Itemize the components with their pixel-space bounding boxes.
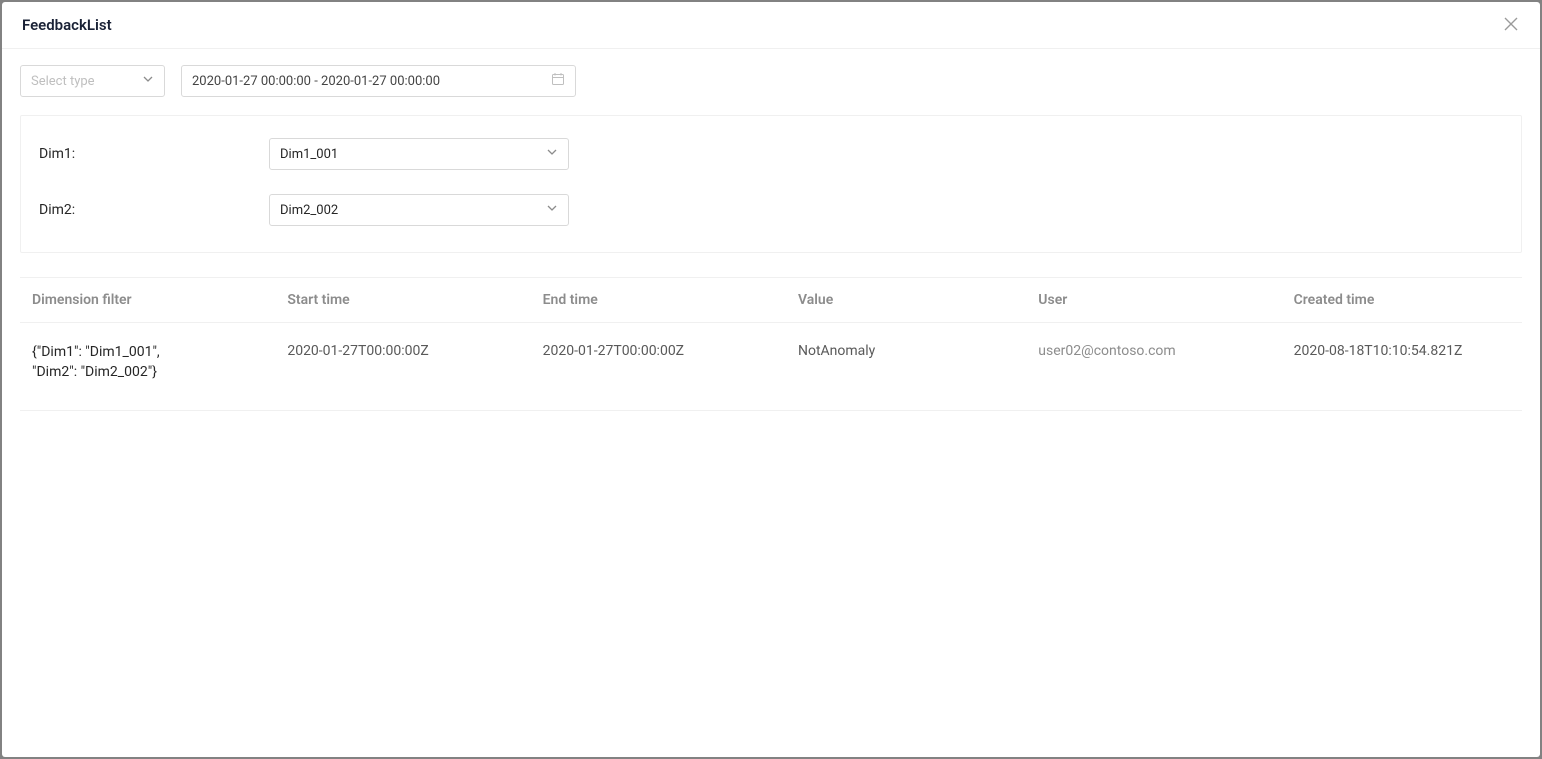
dim1-select[interactable]: Dim1_001 (269, 138, 569, 170)
dim1-label: Dim1: (39, 146, 269, 162)
table-header-row: Dimension filter Start time End time Val… (20, 278, 1522, 323)
chevron-down-icon (546, 146, 558, 162)
col-created[interactable]: Created time (1282, 278, 1522, 323)
toolbar-row: Select type 2020-01-27 00:00:00 - 2020-0… (20, 65, 1522, 97)
cell-start-time: 2020-01-27T00:00:00Z (275, 323, 530, 411)
dim2-label: Dim2: (39, 202, 269, 218)
date-range-value: 2020-01-27 00:00:00 - 2020-01-27 00:00:0… (192, 74, 440, 89)
col-value[interactable]: Value (786, 278, 1026, 323)
user-link[interactable]: user02@contoso.com (1038, 343, 1175, 359)
modal-title: FeedbackList (22, 16, 112, 34)
chevron-down-icon (142, 73, 154, 89)
modal-content: Select type 2020-01-27 00:00:00 - 2020-0… (2, 49, 1540, 757)
cell-dimension-filter: {"Dim1": "Dim1_001", "Dim2": "Dim2_002"} (20, 323, 275, 411)
dim2-filter-row: Dim2: Dim2_002 (39, 194, 1503, 226)
dim1-filter-row: Dim1: Dim1_001 (39, 138, 1503, 170)
results-table-wrap: Dimension filter Start time End time Val… (20, 277, 1522, 411)
results-table: Dimension filter Start time End time Val… (20, 278, 1522, 411)
table-row[interactable]: {"Dim1": "Dim1_001", "Dim2": "Dim2_002"}… (20, 323, 1522, 411)
date-range-picker[interactable]: 2020-01-27 00:00:00 - 2020-01-27 00:00:0… (181, 65, 576, 97)
cell-value: NotAnomaly (786, 323, 1026, 411)
cell-end-time: 2020-01-27T00:00:00Z (531, 323, 786, 411)
cell-created: 2020-08-18T10:10:54.821Z (1282, 323, 1522, 411)
cell-user: user02@contoso.com (1026, 323, 1281, 411)
close-icon (1504, 16, 1518, 35)
feedback-list-modal: FeedbackList Select type 2020-01- (2, 2, 1540, 757)
close-button[interactable] (1502, 16, 1520, 34)
type-select-placeholder: Select type (31, 74, 95, 89)
col-end-time[interactable]: End time (531, 278, 786, 323)
dim2-select[interactable]: Dim2_002 (269, 194, 569, 226)
calendar-icon (551, 72, 565, 90)
dim1-value: Dim1_001 (280, 147, 338, 162)
col-start-time[interactable]: Start time (275, 278, 530, 323)
dim2-value: Dim2_002 (280, 203, 338, 218)
chevron-down-icon (546, 202, 558, 218)
dimension-filter-box: Dim1: Dim1_001 Dim2: Dim2_002 (20, 115, 1522, 253)
col-user[interactable]: User (1026, 278, 1281, 323)
modal-header: FeedbackList (2, 2, 1540, 49)
type-select[interactable]: Select type (20, 65, 165, 97)
col-dimension-filter[interactable]: Dimension filter (20, 278, 275, 323)
